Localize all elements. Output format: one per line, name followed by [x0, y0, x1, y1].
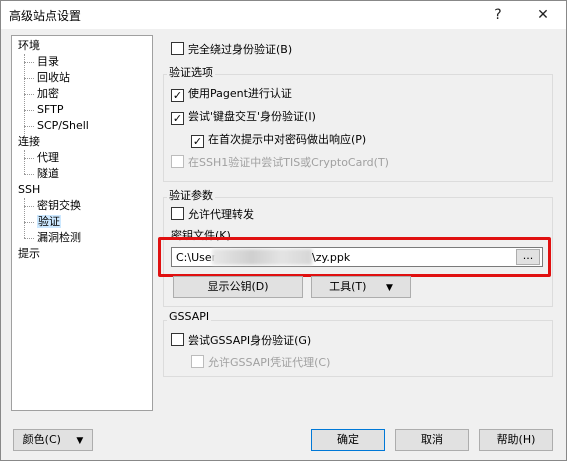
use-pagent-checkbox[interactable]: ✓ 使用Pagent进行认证 [171, 85, 292, 103]
checkbox-label: 在首次提示中对密码做出响应(P) [208, 133, 367, 146]
group-title: 验证参数 [167, 187, 215, 203]
tree-item-encryption[interactable]: 加密 [37, 86, 59, 102]
checkbox-label: 使用Pagent进行认证 [188, 87, 292, 100]
group-title: GSSAPI [167, 310, 212, 323]
settings-tree[interactable]: 环境 目录 回收站 加密 SFTP SCP/Shell 连接 代理 隧道 SSH… [11, 35, 153, 411]
button-label: 显示公钥(D) [207, 280, 269, 293]
close-icon[interactable]: ✕ [520, 1, 566, 29]
checkbox-box [171, 42, 184, 55]
advanced-site-settings-dialog: 高级站点设置 ? ✕ 环境 目录 回收站 加密 SFTP SCP/Shell 连… [0, 0, 567, 461]
title-bar: 高级站点设置 ? ✕ [1, 1, 566, 29]
check-icon: ✓ [171, 112, 184, 125]
tree-item-recycle-bin[interactable]: 回收站 [37, 70, 70, 86]
show-public-key-button[interactable]: 显示公钥(D) [173, 276, 303, 298]
tree-item-label: 验证 [37, 215, 61, 228]
tree-item-bug-detection[interactable]: 漏洞检测 [37, 230, 81, 246]
tree-item-label: 隧道 [37, 167, 59, 180]
tree-item-label: 密钥交换 [37, 199, 81, 212]
tree-item-label: SFTP [37, 103, 64, 116]
tree-connector [24, 126, 34, 127]
tree-item-sftp[interactable]: SFTP [37, 102, 63, 118]
group-title: 验证选项 [167, 64, 215, 80]
color-dropdown-button[interactable]: 颜色(C) ▼ [13, 429, 93, 451]
checkbox-box [171, 155, 184, 168]
button-label: 取消 [421, 433, 443, 446]
tree-connector [24, 174, 34, 175]
tree-item-label: 环境 [18, 39, 40, 52]
tree-item-label: SCP/Shell [37, 119, 89, 132]
tree-item-ssh[interactable]: SSH [18, 182, 40, 198]
check-icon: ✓ [171, 89, 184, 102]
checkbox-box [191, 355, 204, 368]
tree-connector [24, 94, 34, 95]
checkbox-label: 尝试GSSAPI身份验证(G) [188, 334, 312, 347]
tree-connector [24, 62, 34, 63]
tree-item-scp-shell[interactable]: SCP/Shell [37, 118, 89, 134]
agent-forwarding-checkbox[interactable]: 允许代理转发 [171, 206, 254, 224]
cancel-button[interactable]: 取消 [395, 429, 469, 451]
tree-connector [24, 54, 25, 136]
tree-connector [24, 206, 34, 207]
try-gssapi-checkbox[interactable]: 尝试GSSAPI身份验证(G) [171, 332, 311, 350]
checkbox-label: 在SSH1验证中尝试TIS或CryptoCard(T) [188, 156, 389, 169]
button-label: 颜色(C) [22, 433, 61, 446]
respond-first-prompt-checkbox[interactable]: ✓ 在首次提示中对密码做出响应(P) [191, 131, 366, 149]
tree-item-tunnel[interactable]: 隧道 [37, 166, 59, 182]
tree-item-notes[interactable]: 提示 [18, 246, 40, 262]
tree-connector [24, 238, 34, 239]
tree-connector [24, 222, 34, 223]
checkbox-label: 允许GSSAPI凭证代理(C) [208, 356, 331, 369]
checkbox-label: 允许代理转发 [188, 208, 254, 221]
tree-item-label: 回收站 [37, 71, 70, 84]
button-label: 确定 [337, 433, 359, 446]
help-button[interactable]: 帮助(H) [479, 429, 553, 451]
check-icon: ✓ [191, 135, 204, 148]
button-label: 工具(T) [329, 280, 367, 293]
bypass-auth-checkbox[interactable]: 完全绕过身份验证(B) [171, 41, 292, 59]
tree-connector [24, 158, 34, 159]
checkbox-box [171, 333, 184, 346]
gssapi-delegation-checkbox[interactable]: 允许GSSAPI凭证代理(C) [191, 354, 330, 372]
tree-item-directories[interactable]: 目录 [37, 54, 59, 70]
button-label: 帮助(H) [496, 433, 536, 446]
tree-connector [24, 150, 25, 174]
highlight-frame [158, 237, 551, 277]
ok-button[interactable]: 确定 [311, 429, 385, 451]
tree-item-label: SSH [18, 183, 41, 196]
checkbox-label: 完全绕过身份验证(B) [188, 43, 293, 56]
tree-item-label: 漏洞检测 [37, 231, 81, 244]
tree-item-environment[interactable]: 环境 [18, 38, 40, 54]
tis-cryptocard-checkbox[interactable]: 在SSH1验证中尝试TIS或CryptoCard(T) [171, 154, 389, 172]
window-title: 高级站点设置 [9, 9, 82, 23]
tree-connector [24, 198, 25, 238]
tree-item-label: 提示 [18, 247, 40, 260]
tree-connector [24, 110, 34, 111]
tree-item-proxy[interactable]: 代理 [37, 150, 59, 166]
keyboard-interactive-checkbox[interactable]: ✓ 尝试'键盘交互'身份验证(I) [171, 108, 316, 126]
help-icon[interactable]: ? [475, 1, 521, 29]
checkbox-box [171, 207, 184, 220]
tree-item-connection[interactable]: 连接 [18, 134, 40, 150]
tools-dropdown-button[interactable]: 工具(T) ▼ [311, 276, 411, 298]
tree-item-label: 目录 [37, 55, 59, 68]
tree-item-label: 加密 [37, 87, 59, 100]
tree-item-label: 连接 [18, 135, 40, 148]
dropdown-arrow-icon: ▼ [385, 283, 393, 293]
tree-item-key-exchange[interactable]: 密钥交换 [37, 198, 81, 214]
tree-item-authentication[interactable]: 验证 [37, 214, 61, 230]
checkbox-label: 尝试'键盘交互'身份验证(I) [188, 110, 316, 123]
dropdown-arrow-icon: ▼ [76, 436, 84, 446]
tree-item-label: 代理 [37, 151, 59, 164]
tree-connector [24, 78, 34, 79]
